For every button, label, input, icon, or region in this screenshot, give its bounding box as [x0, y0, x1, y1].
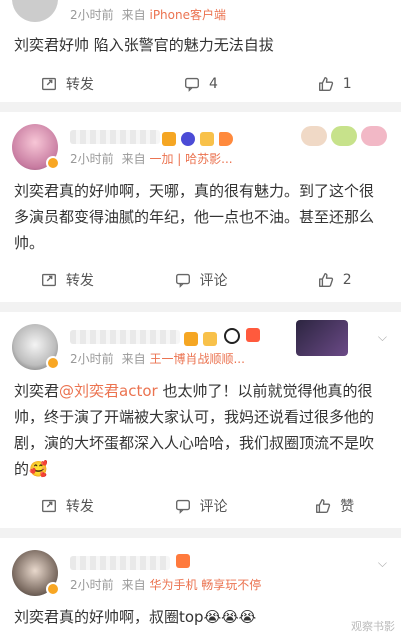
- post-time: 2小时前: [70, 8, 114, 22]
- post-meta: 2小时前 来自 王一博肖战顺顺...: [70, 350, 245, 367]
- like-button[interactable]: 赞: [267, 496, 401, 516]
- vip-badge-icon: [203, 331, 218, 346]
- repost-button[interactable]: 转发: [0, 270, 134, 290]
- level-badge-icon: [176, 554, 190, 568]
- post-text-prefix: 刘奕君: [14, 382, 60, 400]
- sticker-icon: [331, 126, 357, 146]
- verified-badge-icon: [46, 582, 60, 596]
- verified-badge-icon: [46, 356, 60, 370]
- repost-icon: [41, 77, 56, 91]
- decoration-stickers: [301, 126, 387, 146]
- post-time: 2小时前: [70, 352, 114, 366]
- post-actions: 转发 评论 赞: [0, 484, 401, 528]
- username-redacted[interactable]: [70, 130, 160, 144]
- post-source[interactable]: 华为手机 畅享玩不停: [149, 578, 261, 592]
- megaphone-icon: [219, 131, 234, 146]
- username-redacted[interactable]: [70, 556, 170, 570]
- post-source[interactable]: iPhone客户端: [149, 8, 226, 22]
- post-2: 2小时前 来自 一加 | 哈苏影... 刘奕君真的好帅啊，天哪，真的很有魅力。到了…: [0, 112, 401, 302]
- post-text: 刘奕君真的好帅啊，天哪，真的很有魅力。到了这个很多演员都变得油腻的年纪，他一点也…: [14, 182, 375, 252]
- comment-label: 评论: [199, 273, 228, 289]
- post-actions: 转发 评论 2: [0, 258, 401, 302]
- thumbs-up-icon: [316, 499, 331, 513]
- thumbs-up-icon: [318, 273, 333, 287]
- sticker-icon: [301, 126, 327, 146]
- from-label: 来自: [121, 352, 146, 366]
- post-time: 2小时前: [70, 578, 114, 592]
- from-label: 来自: [121, 578, 146, 592]
- comment-label: 评论: [199, 499, 228, 515]
- sticker-icon: [361, 126, 387, 146]
- watermark: 观察书影: [351, 620, 395, 633]
- like-count: 1: [342, 76, 352, 92]
- user-badges: [184, 328, 218, 347]
- like-button[interactable]: 1: [267, 75, 401, 93]
- post-text: 刘奕君真的好帅啊，叔圈top😭😭😭: [14, 608, 257, 626]
- like-count: 2: [342, 272, 352, 288]
- post-meta: 2小时前 来自 华为手机 畅享玩不停: [70, 576, 261, 593]
- comment-icon: [175, 273, 190, 288]
- repost-icon: [41, 499, 56, 513]
- verified-badge-icon: [46, 156, 60, 170]
- comment-count: 4: [209, 76, 218, 92]
- avatar[interactable]: [12, 0, 58, 22]
- repost-label: 转发: [65, 499, 94, 515]
- comment-icon: [185, 77, 200, 92]
- from-label: 来自: [121, 152, 146, 166]
- username-redacted[interactable]: [70, 330, 180, 344]
- mention-link[interactable]: @刘奕君actor: [59, 382, 158, 400]
- separator: [0, 528, 401, 538]
- separator: [0, 302, 401, 312]
- user-badges: [162, 128, 234, 147]
- repost-icon: [41, 273, 56, 287]
- vip-badge-icon: [200, 131, 215, 146]
- level-badge-icon: [184, 331, 198, 346]
- exclaim-badge-icon: [246, 328, 260, 342]
- post-text: 刘奕君@刘奕君actor 也太帅了！以前就觉得他真的很帅，终于演了开端被大家认可…: [0, 378, 401, 482]
- repost-button[interactable]: 转发: [0, 496, 134, 516]
- level-badge-icon: [162, 131, 176, 146]
- repost-button[interactable]: 转发: [0, 74, 134, 94]
- chevron-down-icon[interactable]: ⌵: [378, 330, 387, 345]
- repost-label: 转发: [65, 77, 94, 93]
- comment-icon: [175, 499, 190, 514]
- comment-button[interactable]: 评论: [134, 270, 268, 290]
- post-4: ⌵ 2小时前 来自 华为手机 畅享玩不停 刘奕君真的好帅啊，叔圈top😭😭😭 观察…: [0, 538, 401, 640]
- comment-button[interactable]: 评论: [134, 496, 268, 516]
- like-button[interactable]: 2: [267, 271, 401, 289]
- fan-badge-icon: [181, 131, 196, 146]
- chevron-down-icon[interactable]: ⌵: [378, 556, 387, 571]
- post-source[interactable]: 王一博肖战顺顺...: [149, 352, 244, 366]
- post-1: 2小时前 来自 iPhone客户端 刘奕君好帅 陷入张警官的魅力无法自拔 转发 4…: [0, 0, 401, 102]
- post-1-meta: 2小时前 来自 iPhone客户端: [70, 6, 226, 23]
- post-3: ⌵ 2小时前 来自 王一博肖战顺顺... 刘奕君@刘奕君actor 也太帅了！以前…: [0, 312, 401, 528]
- post-meta: 2小时前 来自 一加 | 哈苏影...: [70, 150, 233, 167]
- thumbs-up-icon: [318, 77, 333, 91]
- comment-button[interactable]: 4: [134, 75, 268, 93]
- post-source[interactable]: 一加 | 哈苏影...: [149, 152, 232, 166]
- post-time: 2小时前: [70, 152, 114, 166]
- panda-icon: [224, 328, 240, 344]
- post-actions: 转发 4 1: [0, 62, 401, 106]
- repost-label: 转发: [65, 273, 94, 289]
- from-label: 来自: [121, 8, 146, 22]
- like-label: 赞: [340, 499, 355, 515]
- title-card-icon: [296, 320, 348, 356]
- post-text: 刘奕君好帅 陷入张警官的魅力无法自拔: [14, 36, 274, 54]
